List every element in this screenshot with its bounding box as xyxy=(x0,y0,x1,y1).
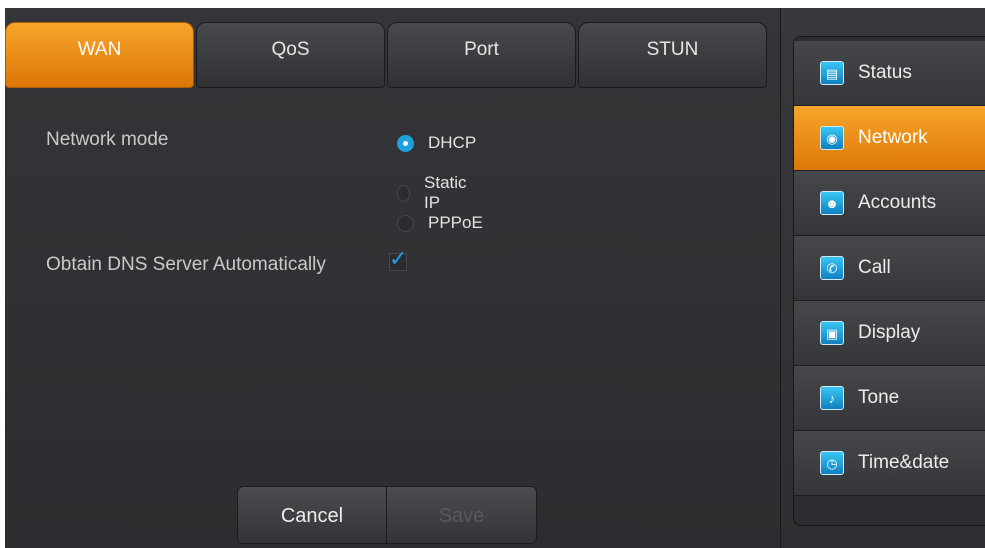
sidebar-item-label: Status xyxy=(858,62,912,83)
radio-pppoe[interactable]: PPPoE xyxy=(397,213,483,233)
cancel-button[interactable]: Cancel xyxy=(237,486,387,544)
sidebar-item-accounts[interactable]: ☻ Accounts xyxy=(794,171,985,236)
sidebar-item-tone[interactable]: ♪ Tone xyxy=(794,366,985,431)
radio-label-static-ip: Static IP xyxy=(424,173,467,212)
sidebar-item-status[interactable]: ▤ Status xyxy=(794,41,985,106)
sidebar-item-label: Tone xyxy=(858,387,900,408)
dns-auto-label: Obtain DNS Server Automatically xyxy=(46,254,326,275)
sidebar-item-label: Time&date xyxy=(858,452,950,473)
display-monitor-icon: ▣ xyxy=(820,321,844,345)
sidebar-item-time-date[interactable]: ◷ Time&date xyxy=(794,431,985,496)
radio-label-pppoe: PPPoE xyxy=(428,213,483,232)
tab-port[interactable]: Port xyxy=(387,22,576,88)
checkmark-icon: ✓ xyxy=(389,246,408,271)
clock-icon: ◷ xyxy=(820,451,844,475)
network-globe-icon: ◉ xyxy=(820,126,844,150)
status-icon: ▤ xyxy=(820,61,844,85)
tab-stun[interactable]: STUN xyxy=(578,22,767,88)
tab-wan[interactable]: WAN xyxy=(5,22,194,88)
call-phone-icon: ✆ xyxy=(820,256,844,280)
sidebar-item-label: Network xyxy=(858,127,928,148)
sidebar-item-call[interactable]: ✆ Call xyxy=(794,236,985,301)
radio-dhcp[interactable]: DHCP xyxy=(397,133,476,153)
tab-qos[interactable]: QoS xyxy=(196,22,385,88)
sidebar-item-display[interactable]: ▣ Display xyxy=(794,301,985,366)
sidebar-item-label: Accounts xyxy=(858,192,937,213)
network-mode-label: Network mode xyxy=(46,129,169,150)
sidebar-item-network[interactable]: ◉ Network xyxy=(794,106,985,171)
accounts-icon: ☻ xyxy=(820,191,844,215)
radio-static-ip[interactable]: Static IP xyxy=(397,173,471,213)
radio-button-pppoe[interactable] xyxy=(397,214,414,232)
action-buttons: Cancel Save xyxy=(237,486,538,544)
settings-screen: WAN QoS Port STUN Network mode DHCP Stat… xyxy=(5,8,985,548)
radio-label-dhcp: DHCP xyxy=(428,133,477,152)
sidebar-item-label: Display xyxy=(858,322,921,343)
settings-sidebar: ▤ Status ◉ Network ☻ Accounts ✆ Call ▣ D… xyxy=(793,36,985,526)
dns-auto-checkbox[interactable]: ✓ xyxy=(389,248,407,271)
save-button[interactable]: Save xyxy=(387,486,537,544)
tab-bar: WAN QoS Port STUN xyxy=(5,22,769,88)
radio-button-dhcp[interactable] xyxy=(397,134,414,152)
sidebar-item-label: Call xyxy=(858,257,891,278)
radio-button-static-ip[interactable] xyxy=(397,184,411,202)
network-settings-panel: WAN QoS Port STUN Network mode DHCP Stat… xyxy=(5,8,781,548)
tone-speaker-icon: ♪ xyxy=(820,386,844,410)
